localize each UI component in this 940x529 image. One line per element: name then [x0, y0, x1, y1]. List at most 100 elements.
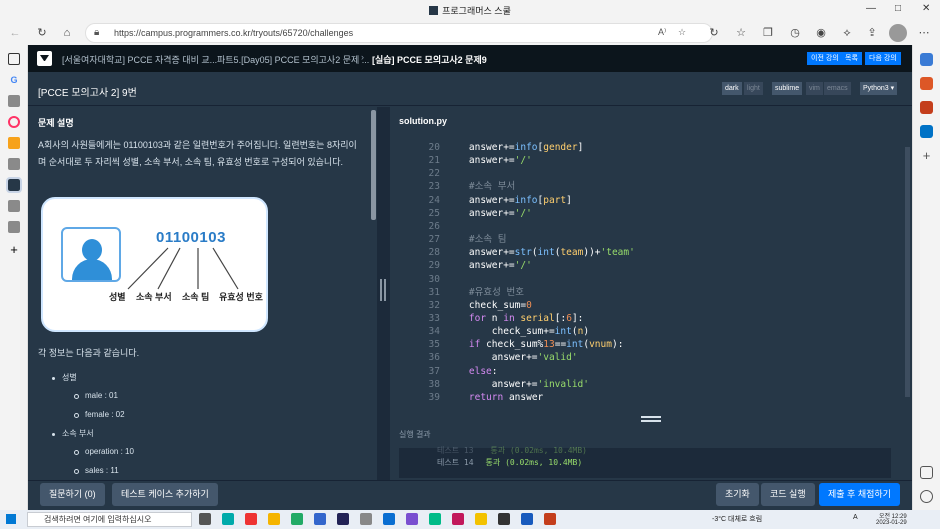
run-code-button[interactable]: 코드 실행 — [761, 483, 815, 506]
next-lesson-button[interactable]: 다음 강의 — [865, 52, 901, 65]
add-testcase-button[interactable]: 테스트 케이스 추가하기 — [112, 483, 218, 506]
performance-icon[interactable]: ⟡ — [838, 24, 856, 42]
word-icon[interactable] — [521, 513, 533, 525]
code-text: answer+=str(int(team))+'team' — [446, 247, 635, 259]
panel-resize-handle[interactable] — [377, 107, 390, 480]
weather-status[interactable]: -3°C 대체로 흐림 — [712, 514, 762, 524]
line-number: 31 — [428, 286, 440, 298]
code-line: 26 — [390, 220, 900, 233]
problem-description: A회사의 사원들에게는 01100103과 같은 일련번호가 주어집니다. 일련… — [38, 140, 357, 167]
ime-indicator[interactable]: A — [853, 514, 858, 521]
close-button[interactable]: ✕ — [922, 3, 930, 14]
new-tab-icon[interactable]: + — [8, 243, 20, 256]
list-button[interactable]: 목록 — [841, 52, 862, 65]
sidebar-layout-icon[interactable] — [920, 466, 933, 479]
app-icon[interactable] — [314, 513, 326, 525]
edge-icon[interactable] — [222, 513, 234, 525]
home-icon[interactable]: ⌂ — [58, 24, 76, 42]
history-icon[interactable]: ◷ — [786, 24, 804, 42]
code-text: answer+='valid' — [446, 352, 578, 364]
app-icon[interactable] — [337, 513, 349, 525]
app-icon[interactable] — [429, 513, 441, 525]
maximize-button[interactable]: □ — [895, 3, 901, 14]
tab-icon[interactable] — [8, 158, 20, 170]
line-number: 29 — [428, 260, 440, 272]
code-line: 20 answer+=info[gender] — [390, 141, 900, 154]
tab-icon[interactable] — [8, 137, 20, 149]
line-number: 27 — [428, 234, 440, 246]
language-select[interactable]: Python3 ▾ — [860, 82, 898, 95]
theme-light-option[interactable]: light — [744, 82, 763, 95]
office-icon[interactable] — [920, 101, 933, 114]
minimize-button[interactable]: — — [866, 3, 876, 14]
windows-taskbar: 검색하려면 여기에 입력하십시오 -3°C 대체로 흐림 A 오전 12:29 2… — [0, 510, 940, 529]
app-icon[interactable] — [498, 513, 510, 525]
theme-dark-option[interactable]: dark — [722, 82, 742, 95]
taskbar-search[interactable]: 검색하려면 여기에 입력하십시오 — [27, 512, 192, 527]
app-icon[interactable] — [452, 513, 464, 525]
line-number: 20 — [428, 142, 440, 153]
outlook-icon[interactable] — [920, 125, 933, 138]
keymap-emacs-option[interactable]: emacs — [824, 82, 851, 95]
windows-start-icon[interactable] — [6, 514, 16, 524]
task-view-icon[interactable] — [199, 513, 211, 525]
breadcrumb-current: [실습] PCCE 모의고사2 문제9 — [372, 55, 487, 65]
code-text: #유효성 번호 — [468, 286, 525, 298]
active-tab-icon[interactable] — [6, 177, 22, 193]
ask-question-button[interactable]: 질문하기 (0) — [40, 483, 105, 506]
back-icon[interactable]: ← — [6, 24, 24, 42]
kakaotalk-icon[interactable] — [475, 513, 487, 525]
refresh-icon[interactable]: ↻ — [33, 24, 51, 42]
tab-icon[interactable] — [8, 200, 20, 212]
google-tab-icon[interactable]: G — [8, 74, 20, 86]
reset-button[interactable]: 초기화 — [716, 483, 759, 506]
taskbar-clock[interactable]: 오전 12:29 2023-01-29 — [876, 511, 907, 526]
collections-icon[interactable]: ❐ — [759, 24, 777, 42]
profile-avatar[interactable] — [889, 24, 907, 42]
result-resize-handle[interactable] — [390, 415, 912, 425]
favorites-icon[interactable]: ☆ — [732, 24, 750, 42]
line-number: 26 — [428, 220, 440, 232]
list-item: sales : 11 — [38, 462, 358, 480]
code-text: else: — [468, 365, 498, 377]
powerpoint-icon[interactable] — [544, 513, 556, 525]
share-icon[interactable]: ⇪ — [863, 24, 881, 42]
explorer-icon[interactable] — [268, 513, 280, 525]
programmers-logo[interactable] — [37, 51, 52, 66]
label-validity: 유효성 번호 — [219, 292, 263, 302]
file-name: solution.py — [399, 116, 447, 126]
chrome-icon[interactable] — [245, 513, 257, 525]
breadcrumb-separator: › — [361, 52, 364, 62]
tab-icon[interactable] — [8, 95, 20, 107]
more-icon[interactable]: ⋯ — [915, 24, 933, 42]
address-bar[interactable]: 🔒︎ https://campus.programmers.co.kr/tryo… — [85, 23, 713, 43]
keymap-vim-option[interactable]: vim — [806, 82, 823, 95]
favorite-add-icon[interactable]: ☆ — [678, 27, 686, 38]
editor-scrollbar[interactable] — [905, 137, 911, 415]
extension2-icon[interactable]: ◉ — [812, 24, 830, 42]
tab-icon[interactable] — [8, 221, 20, 233]
keymap-sublime-option[interactable]: sublime — [772, 82, 803, 95]
code-line: 23 #소속 부서 — [390, 180, 900, 193]
shopping-icon[interactable] — [920, 77, 933, 90]
code-editor[interactable]: 20 answer+=info[gender] 21 answer+='/' 22 2… — [390, 137, 912, 415]
app-icon[interactable] — [291, 513, 303, 525]
app-icon[interactable] — [383, 513, 395, 525]
read-aloud-icon[interactable]: A⁾ — [658, 27, 666, 38]
submit-button[interactable]: 제출 후 채점하기 — [819, 483, 900, 506]
line-number: 21 — [428, 155, 440, 167]
tab-icon[interactable] — [8, 116, 20, 128]
line-number: 33 — [428, 312, 440, 324]
action-footer: 질문하기 (0) 테스트 케이스 추가하기 초기화 코드 실행 제출 후 채점하… — [28, 480, 912, 510]
breadcrumb-course[interactable]: [서울여자대학교] PCCE 자격증 대비 교... — [62, 53, 217, 66]
add-sidebar-icon[interactable]: + — [920, 149, 933, 162]
tab-actions-icon[interactable] — [8, 53, 20, 65]
app-icon[interactable] — [360, 513, 372, 525]
prev-lesson-button[interactable]: 이전 강의 — [807, 52, 843, 65]
settings-icon[interactable] — [920, 490, 933, 503]
extension-icon[interactable]: ↻ — [705, 24, 723, 42]
app-icon[interactable] — [406, 513, 418, 525]
code-text: if check_sum%13==int(vnum): — [468, 339, 624, 351]
breadcrumb-part[interactable]: 파트5.[Day05] PCCE 모의고사2 문제 ... — [217, 53, 369, 66]
copilot-icon[interactable] — [920, 53, 933, 66]
